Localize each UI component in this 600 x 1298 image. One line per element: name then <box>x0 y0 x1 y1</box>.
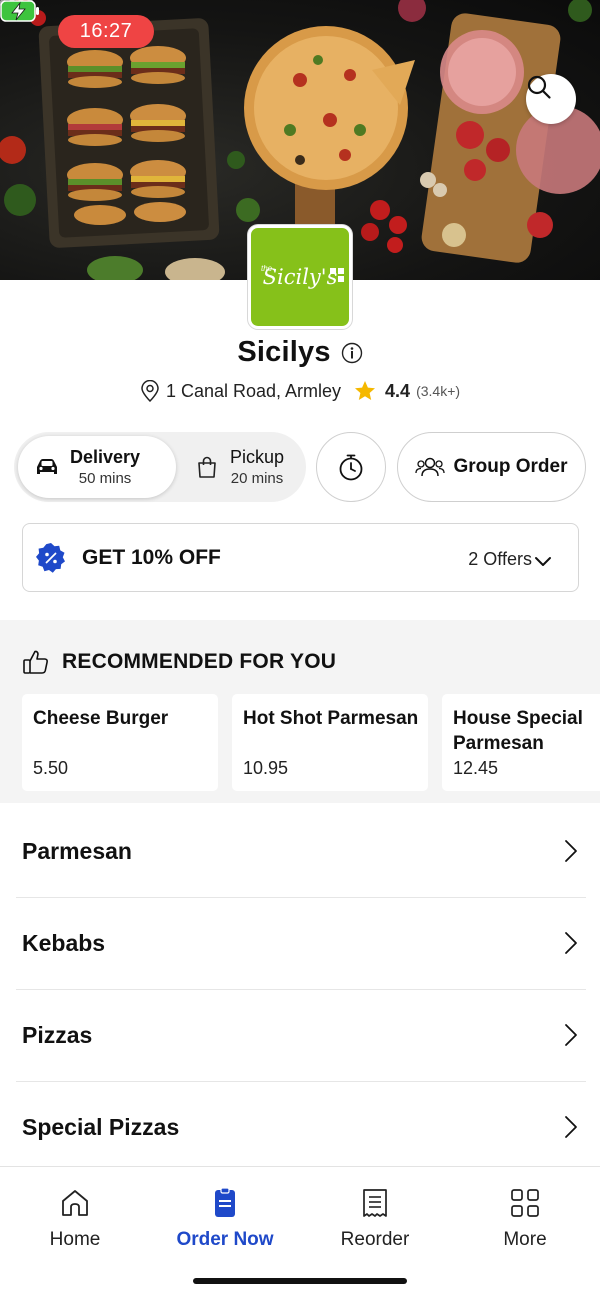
delivery-time: 50 mins <box>78 470 132 488</box>
tab-reorder[interactable]: Reorder <box>300 1187 450 1251</box>
search-button[interactable] <box>526 74 576 124</box>
group-order-label: Group Order <box>453 456 568 477</box>
logo-text: Sicily's <box>262 265 338 289</box>
tab-home[interactable]: Home <box>0 1187 150 1251</box>
chevron-right-icon <box>565 932 577 954</box>
tab-order-now-label: Order Now <box>176 1229 274 1250</box>
recommended-item-price: 12.45 <box>453 758 499 778</box>
recommended-item-price: 5.50 <box>33 758 69 778</box>
offer-banner[interactable]: GET 10% OFF 2 Offers <box>22 523 579 592</box>
status-time-label: 16:27 <box>79 20 133 42</box>
battery-charging-icon <box>0 0 39 22</box>
restaurant-logo: the Sicily's <box>248 225 352 329</box>
restaurant-address: 1 Canal Road, Armley <box>165 380 342 401</box>
order-mode-toggle: Delivery 50 mins Pickup 20 mins <box>14 432 306 502</box>
grid-icon <box>511 1189 539 1217</box>
tab-reorder-label: Reorder <box>340 1229 410 1250</box>
discount-badge-icon <box>36 543 65 573</box>
group-icon <box>415 457 446 477</box>
recommended-item[interactable]: Hot Shot Parmesan 10.95 <box>232 694 428 791</box>
rating-count: (3.4k+) <box>416 383 461 399</box>
restaurant-header: Sicilys <box>0 336 600 369</box>
category-row[interactable]: Kebabs <box>16 898 586 990</box>
restaurant-meta: 1 Canal Road, Armley 4.4 (3.4k+) <box>0 379 600 403</box>
restaurant-name: Sicilys <box>237 336 331 368</box>
recommended-item-name: Hot Shot Parmesan <box>243 708 419 729</box>
category-row[interactable]: Parmesan <box>16 806 586 898</box>
offer-title: GET 10% OFF <box>82 546 221 569</box>
tab-order-now[interactable]: Order Now <box>150 1187 300 1251</box>
recommended-item[interactable]: House Special Parmesan 12.45 <box>442 694 600 791</box>
recommended-section: RECOMMENDED FOR YOU Cheese Burger 5.50 H… <box>0 620 600 803</box>
recommended-item-name: Cheese Burger <box>33 708 169 729</box>
receipt-icon <box>363 1189 387 1217</box>
tab-more[interactable]: More <box>450 1187 600 1251</box>
location-pin-icon <box>141 380 159 402</box>
pickup-time: 20 mins <box>230 470 284 488</box>
status-time: 16:27 <box>58 15 154 48</box>
stopwatch-icon <box>339 454 363 481</box>
category-label: Kebabs <box>22 930 106 956</box>
logo-mark-icon <box>330 268 344 282</box>
search-icon <box>527 75 551 99</box>
recommended-header: RECOMMENDED FOR YOU <box>22 648 336 676</box>
category-label: Special Pizzas <box>22 1114 180 1140</box>
chevron-right-icon <box>565 1024 577 1046</box>
category-row[interactable]: Pizzas <box>16 990 586 1082</box>
recommended-item-price: 10.95 <box>243 758 289 778</box>
burger <box>67 50 123 88</box>
delivery-label: Delivery <box>70 446 141 467</box>
shopping-bag-icon <box>198 456 216 478</box>
chevron-right-icon <box>565 1116 577 1138</box>
pickup-option[interactable]: Pickup 20 mins <box>182 436 302 498</box>
car-icon <box>37 459 57 474</box>
tab-home-label: Home <box>49 1229 101 1250</box>
info-icon[interactable] <box>341 342 363 364</box>
pickup-label: Pickup <box>230 446 285 467</box>
chevron-right-icon <box>565 840 577 862</box>
group-order-button[interactable]: Group Order <box>397 432 586 502</box>
offer-count: 2 Offers <box>468 549 532 569</box>
delivery-option[interactable]: Delivery 50 mins <box>18 436 176 498</box>
logo-prefix: the <box>261 264 273 273</box>
chevron-down-icon <box>535 557 551 566</box>
category-label: Pizzas <box>22 1022 93 1048</box>
restaurant-rating: 4.4 <box>385 380 411 401</box>
tab-more-label: More <box>503 1229 547 1250</box>
schedule-button[interactable] <box>316 432 386 502</box>
home-indicator <box>193 1278 407 1284</box>
recommended-heading: RECOMMENDED FOR YOU <box>62 650 337 673</box>
category-label: Parmesan <box>22 838 132 864</box>
category-row[interactable]: Special Pizzas <box>16 1082 586 1174</box>
thumbs-up-icon <box>23 650 48 674</box>
order-icon <box>215 1187 235 1217</box>
recommended-item[interactable]: Cheese Burger 5.50 <box>22 694 218 791</box>
home-icon <box>62 1190 88 1216</box>
recommended-item-name: House Special Parmesan <box>453 708 583 754</box>
star-icon <box>355 381 376 400</box>
